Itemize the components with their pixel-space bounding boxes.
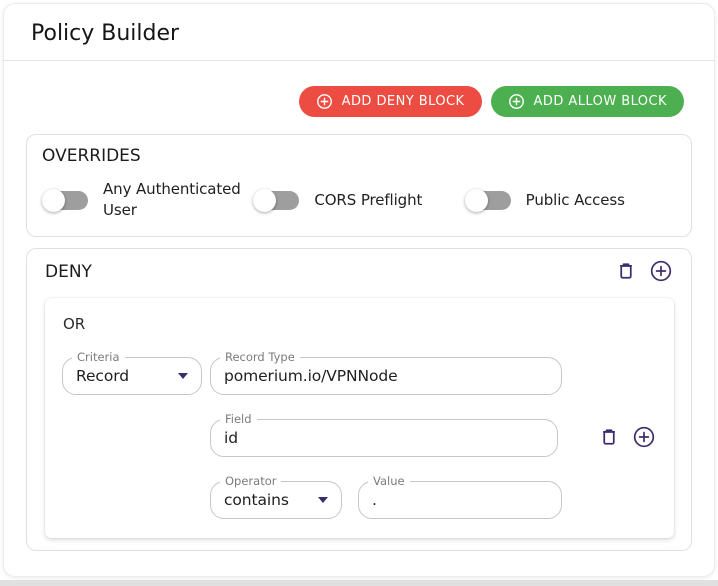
page-title: Policy Builder [31,21,180,46]
deny-header: DENY [45,259,674,285]
switch-thumb [42,188,65,212]
trash-icon [598,426,620,451]
toggle-label: Any Authenticated User [103,180,241,219]
group-operator-label: OR [63,315,86,333]
operator-select-value: contains [224,491,289,509]
add-deny-label: ADD DENY BLOCK [341,94,465,109]
toolbar: ADD DENY BLOCK ADD ALLOW BLOCK [26,86,692,117]
dropdown-caret-icon [318,497,328,503]
policy-builder-card: Policy Builder ADD DENY BLOCK ADD ALLOW … [3,3,715,577]
dropdown-caret-icon [178,373,188,379]
overrides-toggle-row: Any Authenticated User CORS Preflight Pu… [42,179,676,221]
plus-circle-icon [316,93,333,110]
plus-circle-icon [649,259,673,286]
operator-select[interactable]: Operator contains [210,474,342,519]
toggle-cors-preflight[interactable]: CORS Preflight [253,188,464,212]
toggle-label: Public Access [525,190,625,209]
criteria-select-value: Record [76,367,129,385]
switch-thumb [464,188,488,212]
switch-thumb [253,188,277,212]
field-label: Field [220,412,257,426]
toggle-switch-icon[interactable] [464,188,512,212]
record-type-field: Record Type [210,350,562,395]
add-rule-button[interactable] [648,259,674,285]
deny-title: DENY [45,262,92,282]
overrides-title: OVERRIDES [42,146,141,166]
policy-builder-content: ADD DENY BLOCK ADD ALLOW BLOCK OVERRIDES [4,61,714,575]
field-field: Field [210,412,558,457]
or-group-card: OR Criteria Record Record Type Field [45,298,674,538]
delete-criterion-button[interactable] [596,425,622,451]
criteria-row: Criteria Record Record Type [62,350,657,395]
deny-section: DENY OR Criteria Record Record Type pome… [26,248,692,551]
operator-select-label: Operator [220,474,282,488]
card-header: Policy Builder [4,4,714,60]
value-field: Value [358,474,562,519]
field-row: Field [210,412,657,457]
record-type-input[interactable] [224,367,548,385]
toggle-switch-icon[interactable] [42,188,89,212]
value-label: Value [368,474,410,488]
deny-actions [613,259,674,285]
criteria-select-label: Criteria [72,350,125,364]
toggle-switch-icon[interactable] [253,188,300,212]
add-allow-block-button[interactable]: ADD ALLOW BLOCK [490,86,684,117]
add-deny-block-button[interactable]: ADD DENY BLOCK [298,86,482,117]
toggle-label: CORS Preflight [314,190,423,209]
field-input[interactable] [224,429,544,447]
criterion-actions [596,425,657,451]
add-criterion-button[interactable] [631,425,657,451]
toggle-public-access[interactable]: Public Access [464,188,676,212]
overrides-section: OVERRIDES Any Authenticated User CORS Pr… [26,134,692,237]
value-input[interactable] [372,491,548,509]
delete-deny-block-button[interactable] [613,259,639,285]
plus-circle-icon [508,93,525,110]
criteria-select[interactable]: Criteria Record [62,350,202,395]
record-type-label: Record Type [220,350,300,364]
operator-value-row: Operator contains Value [210,474,657,519]
page-bottom-strip [0,580,718,586]
toggle-any-authenticated-user[interactable]: Any Authenticated User [42,179,253,221]
add-allow-label: ADD ALLOW BLOCK [533,94,667,109]
plus-circle-icon [632,425,656,452]
trash-icon [615,260,637,285]
